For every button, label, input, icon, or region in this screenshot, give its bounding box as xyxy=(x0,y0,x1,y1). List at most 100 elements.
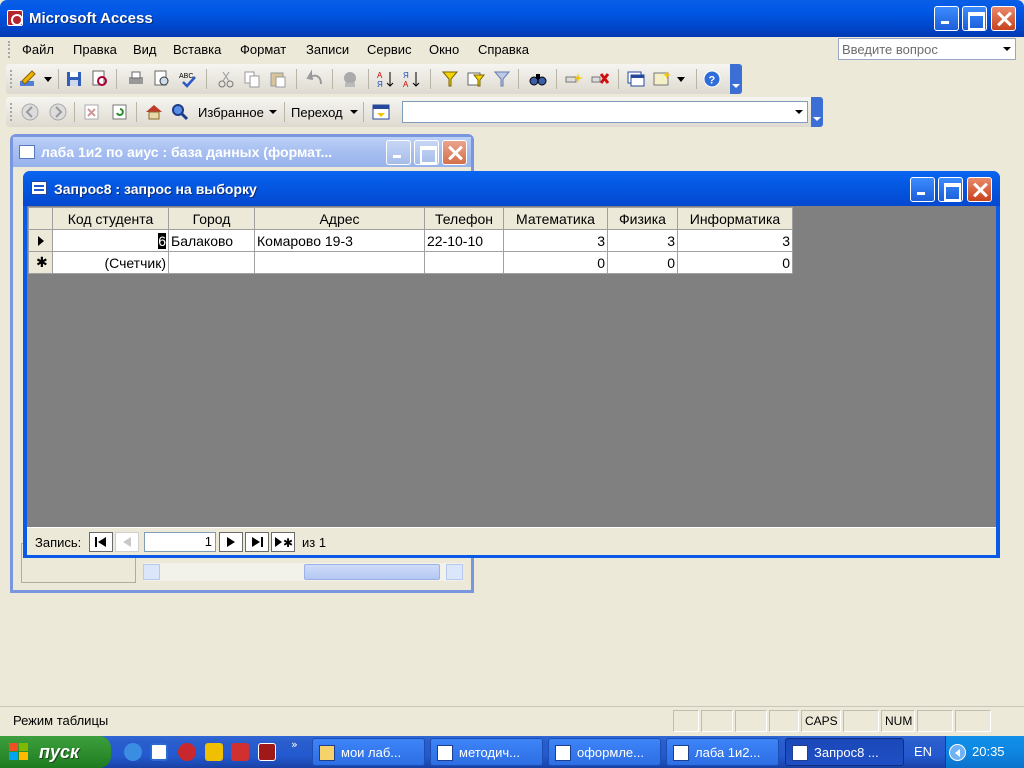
goto-menu[interactable]: Переход xyxy=(291,105,343,120)
table-row[interactable]: 6 Балаково Комарово 19-3 22-10-10 3 3 3 xyxy=(28,229,793,252)
clock[interactable]: 20:35 xyxy=(972,744,1005,759)
database-window-icon[interactable] xyxy=(626,69,646,89)
taskbar-item-folder[interactable]: мои лаб... xyxy=(312,738,425,766)
chevron-down-icon[interactable] xyxy=(792,103,806,121)
help-question-input[interactable]: Введите вопрос xyxy=(838,38,1016,60)
column-header[interactable]: Код студента xyxy=(52,207,169,230)
column-header[interactable]: Адрес xyxy=(254,207,425,230)
print-icon[interactable] xyxy=(126,69,146,89)
next-record-button[interactable] xyxy=(219,532,243,552)
db-minimize-button[interactable] xyxy=(386,140,411,165)
cell-phone[interactable]: 22-10-10 xyxy=(424,229,504,252)
column-header[interactable]: Город xyxy=(168,207,255,230)
address-combo[interactable] xyxy=(402,101,808,123)
show-desktop-icon[interactable] xyxy=(150,743,168,761)
new-record-row[interactable]: ✱ (Счетчик) 0 0 0 xyxy=(28,251,793,274)
cell-math[interactable]: 0 xyxy=(503,251,608,274)
favorites-chevron-icon[interactable] xyxy=(269,110,277,114)
taskbar-item-query[interactable]: Запрос8 ... xyxy=(785,738,904,766)
menu-window[interactable]: Окно xyxy=(429,42,459,57)
db-horizontal-scrollbar[interactable] xyxy=(143,563,463,581)
office-links-icon[interactable] xyxy=(340,69,360,89)
menu-tools[interactable]: Сервис xyxy=(367,42,412,57)
cell-informatics[interactable]: 3 xyxy=(677,229,793,252)
forward-icon[interactable] xyxy=(48,102,68,122)
previous-record-button[interactable] xyxy=(115,532,139,552)
scroll-right-icon[interactable] xyxy=(446,564,463,580)
scroll-thumb[interactable] xyxy=(304,564,440,580)
cell-address[interactable] xyxy=(254,251,425,274)
help-icon[interactable]: ? xyxy=(702,69,722,89)
filter-by-form-icon[interactable] xyxy=(466,69,486,89)
cell-physics[interactable]: 3 xyxy=(607,229,678,252)
menu-file[interactable]: Файл xyxy=(22,42,54,57)
cell-math[interactable]: 3 xyxy=(503,229,608,252)
new-object-icon[interactable] xyxy=(652,69,688,89)
show-hidden-icons-button[interactable] xyxy=(949,744,966,761)
cell-physics[interactable]: 0 xyxy=(607,251,678,274)
column-header[interactable]: Математика xyxy=(503,207,608,230)
show-only-web-toolbar-icon[interactable] xyxy=(371,102,391,122)
taskbar-item-word-2[interactable]: оформле... xyxy=(548,738,661,766)
menu-help[interactable]: Справка xyxy=(478,42,529,57)
cell-address[interactable]: Комарово 19-3 xyxy=(254,229,425,252)
cell-student-id[interactable]: 6 xyxy=(52,229,169,252)
new-record-button[interactable]: ✱ xyxy=(271,532,295,552)
paste-icon[interactable] xyxy=(268,69,288,89)
toolbar-options-chevron[interactable] xyxy=(811,97,823,127)
db-close-button[interactable] xyxy=(442,140,467,165)
menu-format[interactable]: Формат xyxy=(240,42,286,57)
query-window-title-bar[interactable]: Запрос8 : запрос на выборку xyxy=(23,171,1000,206)
cut-icon[interactable] xyxy=(216,69,236,89)
copy-icon[interactable] xyxy=(242,69,262,89)
undo-icon[interactable] xyxy=(306,69,326,89)
goto-chevron-icon[interactable] xyxy=(350,110,358,114)
select-all-cell[interactable] xyxy=(28,207,53,230)
delete-record-icon[interactable] xyxy=(590,69,610,89)
column-header[interactable]: Физика xyxy=(607,207,678,230)
menubar-grip[interactable] xyxy=(8,41,11,58)
spelling-icon[interactable]: ABC xyxy=(178,69,198,89)
cell-city[interactable] xyxy=(168,251,255,274)
search-web-icon[interactable] xyxy=(170,102,190,122)
column-header[interactable]: Телефон xyxy=(424,207,504,230)
access-quicklaunch-icon[interactable] xyxy=(258,743,276,761)
acrobat-icon[interactable] xyxy=(231,743,249,761)
cell-city[interactable]: Балаково xyxy=(168,229,255,252)
new-record-selector[interactable]: ✱ xyxy=(28,251,53,274)
home-icon[interactable] xyxy=(144,102,164,122)
menu-edit[interactable]: Правка xyxy=(73,42,117,57)
access-app-icon[interactable] xyxy=(7,10,23,26)
find-icon[interactable] xyxy=(528,69,548,89)
maximize-button[interactable] xyxy=(962,6,987,31)
toolbar-grip[interactable] xyxy=(10,70,13,88)
menu-records[interactable]: Записи xyxy=(306,42,349,57)
save-icon[interactable] xyxy=(64,69,84,89)
language-indicator[interactable]: EN xyxy=(914,744,932,759)
query-maximize-button[interactable] xyxy=(938,177,963,202)
sort-descending-icon[interactable]: ЯA xyxy=(402,69,422,89)
scroll-left-icon[interactable] xyxy=(143,564,160,580)
record-number-input[interactable]: 1 xyxy=(144,532,216,552)
cell-student-id[interactable]: (Счетчик) xyxy=(52,251,169,274)
query-close-button[interactable] xyxy=(967,177,992,202)
apply-filter-icon[interactable] xyxy=(492,69,512,89)
new-record-icon[interactable] xyxy=(564,69,584,89)
favorites-menu[interactable]: Избранное xyxy=(198,105,264,120)
toolbar-options-chevron[interactable] xyxy=(730,64,742,94)
current-record-selector[interactable] xyxy=(28,229,53,252)
taskbar-item-database[interactable]: лаба 1и2... xyxy=(666,738,779,766)
db-window-title-bar[interactable]: лаба 1и2 по аиус : база данных (формат..… xyxy=(13,137,471,167)
cell-informatics[interactable]: 0 xyxy=(677,251,793,274)
quicklaunch-more-icon[interactable]: » xyxy=(291,738,298,751)
minimize-button[interactable] xyxy=(934,6,959,31)
print-preview-icon[interactable] xyxy=(152,69,172,89)
refresh-icon[interactable] xyxy=(110,102,130,122)
stop-icon[interactable] xyxy=(82,102,102,122)
lightning-app-icon[interactable] xyxy=(205,743,223,761)
column-header[interactable]: Информатика xyxy=(677,207,793,230)
app-title-bar[interactable]: Microsoft Access xyxy=(0,0,1024,37)
query-minimize-button[interactable] xyxy=(910,177,935,202)
first-record-button[interactable] xyxy=(89,532,113,552)
close-button[interactable] xyxy=(991,6,1016,31)
